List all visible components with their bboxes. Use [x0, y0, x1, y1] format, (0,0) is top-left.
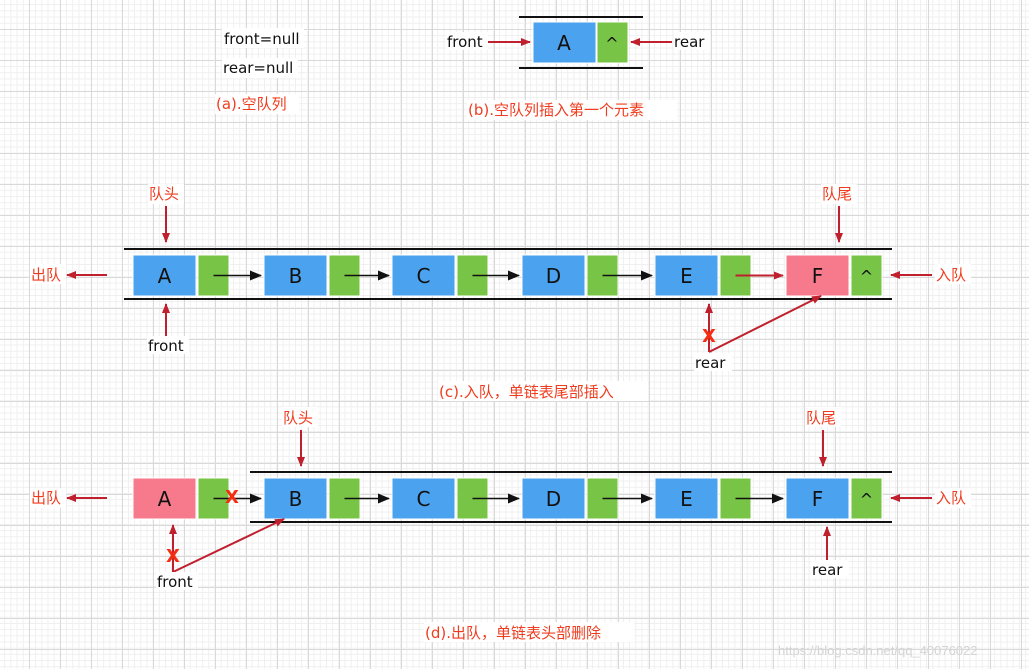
- head-label: 队头: [283, 409, 313, 427]
- linked-list-d: A B C D E F ^: [132, 477, 883, 520]
- node-value: C: [417, 264, 431, 288]
- node-value: E: [680, 487, 693, 511]
- node-value: A: [158, 264, 172, 288]
- front-label: front: [447, 33, 483, 51]
- list-node: F ^: [785, 254, 883, 297]
- node-value: C: [417, 487, 431, 511]
- front-label: front: [157, 573, 193, 591]
- caption-a: (a).空队列: [216, 95, 287, 113]
- front-null-text: front=null: [224, 30, 300, 48]
- tail-label: 队尾: [822, 185, 852, 203]
- rear-label: rear: [812, 561, 843, 579]
- caption-b: (b).空队列插入第一个元素: [468, 101, 644, 119]
- node-value: A: [158, 487, 172, 511]
- panel-d-dequeue: A B C D E F ^ 队头 队尾 出队 入队 X front rear (d).出队，…: [30, 407, 971, 642]
- watermark: https://blog.csdn.net/qq_40076022: [778, 643, 978, 658]
- node-value: B: [289, 487, 303, 511]
- old-rear-cross-icon: X: [702, 326, 716, 347]
- queue-diagram: front=null rear=null (a).空队列 A ^ front r…: [30, 16, 978, 658]
- node-value: F: [812, 264, 824, 288]
- tail-label: 队尾: [806, 409, 836, 427]
- broken-link-cross-icon: X: [225, 487, 239, 508]
- null-pointer: ^: [860, 490, 873, 509]
- list-node: F ^: [785, 477, 883, 520]
- node-value: D: [546, 487, 561, 511]
- caption-c: (c).入队，单链表尾部插入: [439, 383, 614, 401]
- rear-label: rear: [695, 354, 726, 372]
- panel-a-empty-queue: front=null rear=null (a).空队列: [215, 28, 304, 114]
- null-pointer: ^: [605, 34, 618, 53]
- panel-b-first-insert: A ^ front rear (b).空队列插入第一个元素: [446, 16, 710, 120]
- enqueue-label: 入队: [936, 266, 966, 284]
- front-label: front: [148, 337, 184, 355]
- head-label: 队头: [149, 185, 179, 203]
- caption-d: (d).出队，单链表头部删除: [425, 624, 601, 642]
- new-rear-arrow: [708, 295, 822, 353]
- node-value: B: [289, 264, 303, 288]
- dequeue-label: 出队: [31, 489, 61, 507]
- rear-label: rear: [674, 33, 705, 51]
- rear-null-text: rear=null: [223, 59, 293, 77]
- null-pointer: ^: [860, 267, 873, 286]
- node-value: A: [557, 31, 571, 55]
- node-value: D: [546, 264, 561, 288]
- enqueue-label: 入队: [936, 489, 966, 507]
- node-value: E: [680, 264, 693, 288]
- dequeue-label: 出队: [31, 266, 61, 284]
- old-front-cross-icon: X: [166, 546, 180, 567]
- linked-list-c: A B C D E F ^: [132, 254, 883, 297]
- new-front-arrow: [172, 518, 285, 573]
- panel-c-enqueue: A B C D E F ^ 队头 队尾 出队 入队 front X rear (c).入队，…: [30, 184, 971, 401]
- node-value: F: [812, 487, 824, 511]
